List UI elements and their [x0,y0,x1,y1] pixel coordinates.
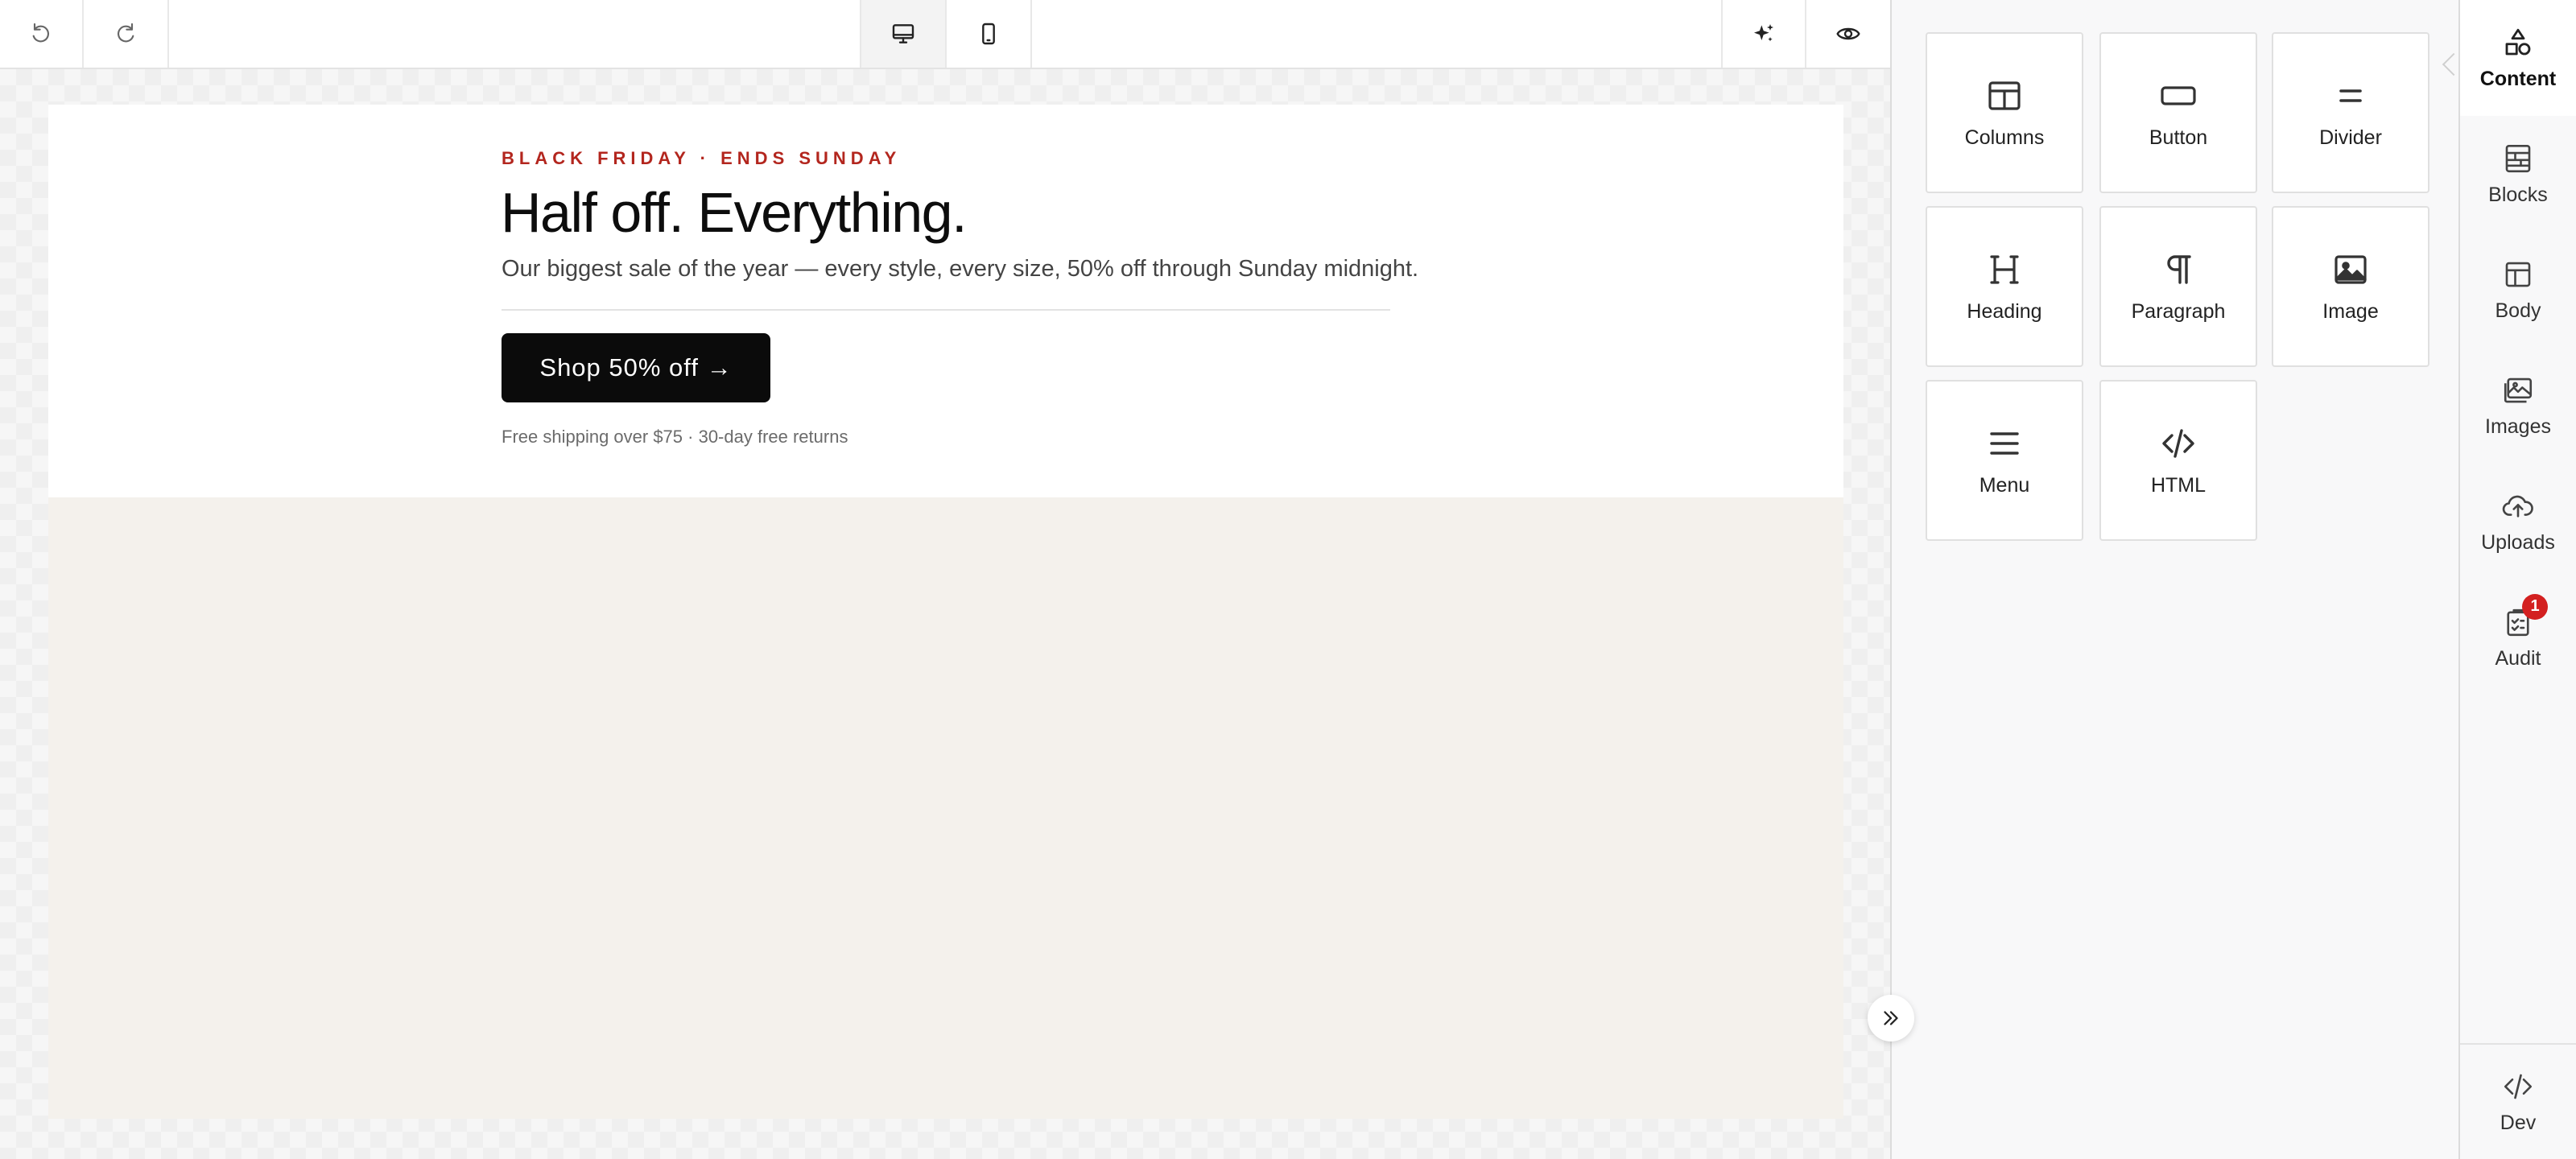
tool-label: Divider [2319,126,2382,149]
sidebar-item-label: Images [2485,415,2551,438]
mobile-icon [982,23,995,45]
preview-button[interactable] [1806,0,1890,68]
ai-assist-button[interactable] [1721,0,1806,68]
chevrons-right-icon [1884,1011,1898,1025]
tool-label: Heading [1967,299,2042,323]
tool-paragraph[interactable]: Paragraph [2099,206,2257,367]
mobile-view-button[interactable] [947,0,1032,68]
editor-toolbar [0,0,1890,69]
sidebar-item-label: Uploads [2481,530,2555,554]
divider-icon [2331,76,2370,115]
sidebar-item-content[interactable]: Content [2460,0,2576,116]
tool-label: Menu [1979,473,2030,497]
menu-icon [1985,424,2024,463]
sidebar-item-body[interactable]: Body [2460,232,2576,348]
tool-html[interactable]: HTML [2099,380,2257,541]
cloud-upload-icon [2501,489,2535,523]
eye-icon [1836,27,1860,40]
desktop-view-button[interactable] [860,0,947,68]
headline[interactable]: Half off. Everything. [501,180,968,245]
right-sidebar: Content Blocks Body Images Uploads 1 Aud… [2458,0,2576,1159]
columns-icon [1985,76,2024,115]
blocks-icon [2501,142,2535,175]
tool-image[interactable]: Image [2272,206,2429,367]
code-icon [2159,424,2198,463]
tool-label: Button [2149,126,2208,149]
hero-divider[interactable] [502,309,1390,311]
desktop-icon [892,24,914,43]
editor-area: BLACK FRIDAY · ENDS SUNDAY Half off. Eve… [0,0,1914,1159]
paragraph-icon [2159,250,2198,289]
email-body-section[interactable] [48,497,1843,1119]
cta-button[interactable]: Shop 50% off → [502,333,770,402]
sidebar-item-dev[interactable]: Dev [2460,1043,2576,1159]
shapes-icon [2501,26,2535,60]
tool-columns[interactable]: Columns [1926,32,2083,193]
redo-icon [118,23,134,43]
image-icon [2331,250,2370,289]
tool-heading[interactable]: Heading [1926,206,2083,367]
layout-icon [2501,258,2535,291]
tool-button[interactable]: Button [2099,32,2257,193]
images-icon [2501,373,2535,407]
sidebar-item-uploads[interactable]: Uploads [2460,464,2576,580]
heading-icon [1985,250,2024,289]
sidebar-item-images[interactable]: Images [2460,348,2576,464]
sidebar-item-label: Dev [2500,1111,2537,1134]
tool-label: Paragraph [2131,299,2226,323]
content-panel: Columns Button Divider Heading Paragraph… [1890,0,2466,1159]
undo-icon [32,23,49,43]
undo-button[interactable] [0,0,84,68]
sidebar-item-blocks[interactable]: Blocks [2460,116,2576,232]
sidebar-item-label: Blocks [2488,183,2548,206]
tool-divider[interactable]: Divider [2272,32,2429,193]
sidebar-item-label: Content [2479,67,2557,90]
sidebar-item-audit[interactable]: 1 Audit [2460,580,2576,695]
tool-label: Image [2322,299,2379,323]
sidebar-item-label: Body [2495,299,2541,322]
eyebrow-text[interactable]: BLACK FRIDAY · ENDS SUNDAY [502,148,901,169]
clipboard-check-icon: 1 [2501,593,2548,639]
redo-button[interactable] [84,0,169,68]
email-hero-section[interactable]: BLACK FRIDAY · ENDS SUNDAY Half off. Eve… [48,105,1843,497]
tool-menu[interactable]: Menu [1926,380,2083,541]
email-canvas: BLACK FRIDAY · ENDS SUNDAY Half off. Eve… [0,69,1890,1159]
tool-label: HTML [2150,473,2207,497]
subtext[interactable]: Our biggest sale of the year — every sty… [502,256,1418,283]
audit-badge: 1 [2522,593,2548,620]
sidebar-item-label: Audit [2495,646,2541,670]
fineprint-text[interactable]: Free shipping over $75 · 30-day free ret… [502,427,848,448]
sparkle-icon [1754,24,1773,42]
tool-label: Columns [1964,126,2045,149]
button-icon [2159,76,2198,115]
code-icon [2501,1070,2535,1103]
collapse-panel-button[interactable] [1868,995,1914,1041]
